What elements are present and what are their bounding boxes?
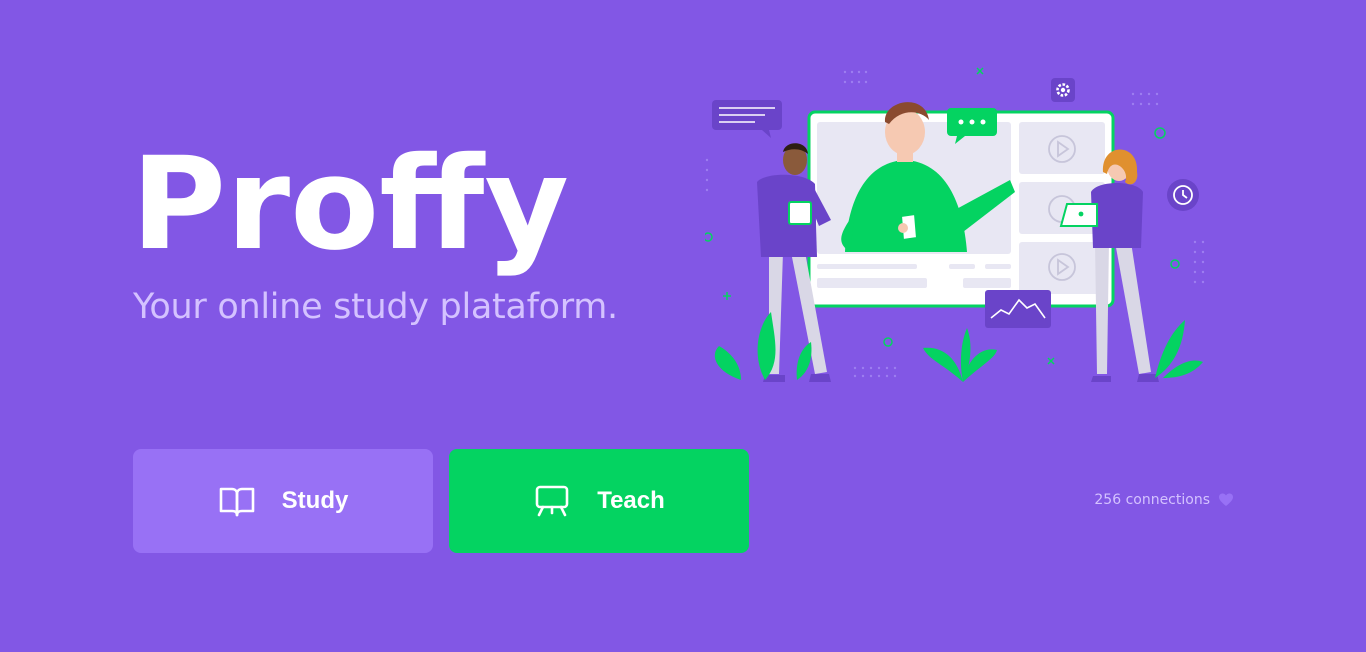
proffy-logo: Proffy bbox=[133, 140, 569, 276]
action-buttons: Study Teach bbox=[133, 449, 749, 553]
teach-button-label: Teach bbox=[597, 487, 665, 514]
logo-container: Proffy Your online study plataform. bbox=[133, 140, 653, 330]
book-open-icon bbox=[219, 487, 254, 517]
clock-icon bbox=[1167, 179, 1199, 211]
gear-icon bbox=[1051, 78, 1075, 102]
heart-icon bbox=[1219, 493, 1233, 506]
chart-card-icon bbox=[985, 290, 1051, 328]
total-connections: 256 connections bbox=[1094, 492, 1234, 508]
message-bubble-icon bbox=[712, 100, 782, 138]
presentation-board-icon bbox=[535, 485, 569, 517]
teach-button[interactable]: Teach bbox=[449, 449, 749, 553]
svg-text:Proffy: Proffy bbox=[133, 140, 569, 276]
study-button-label: Study bbox=[281, 487, 349, 514]
online-classroom-illustration bbox=[705, 67, 1205, 382]
landing-page: Proffy Your online study plataform. Stud… bbox=[0, 0, 1366, 652]
connections-text: 256 connections bbox=[1094, 492, 1210, 508]
study-button[interactable]: Study bbox=[133, 449, 433, 553]
tagline: Your online study plataform. bbox=[133, 287, 618, 327]
